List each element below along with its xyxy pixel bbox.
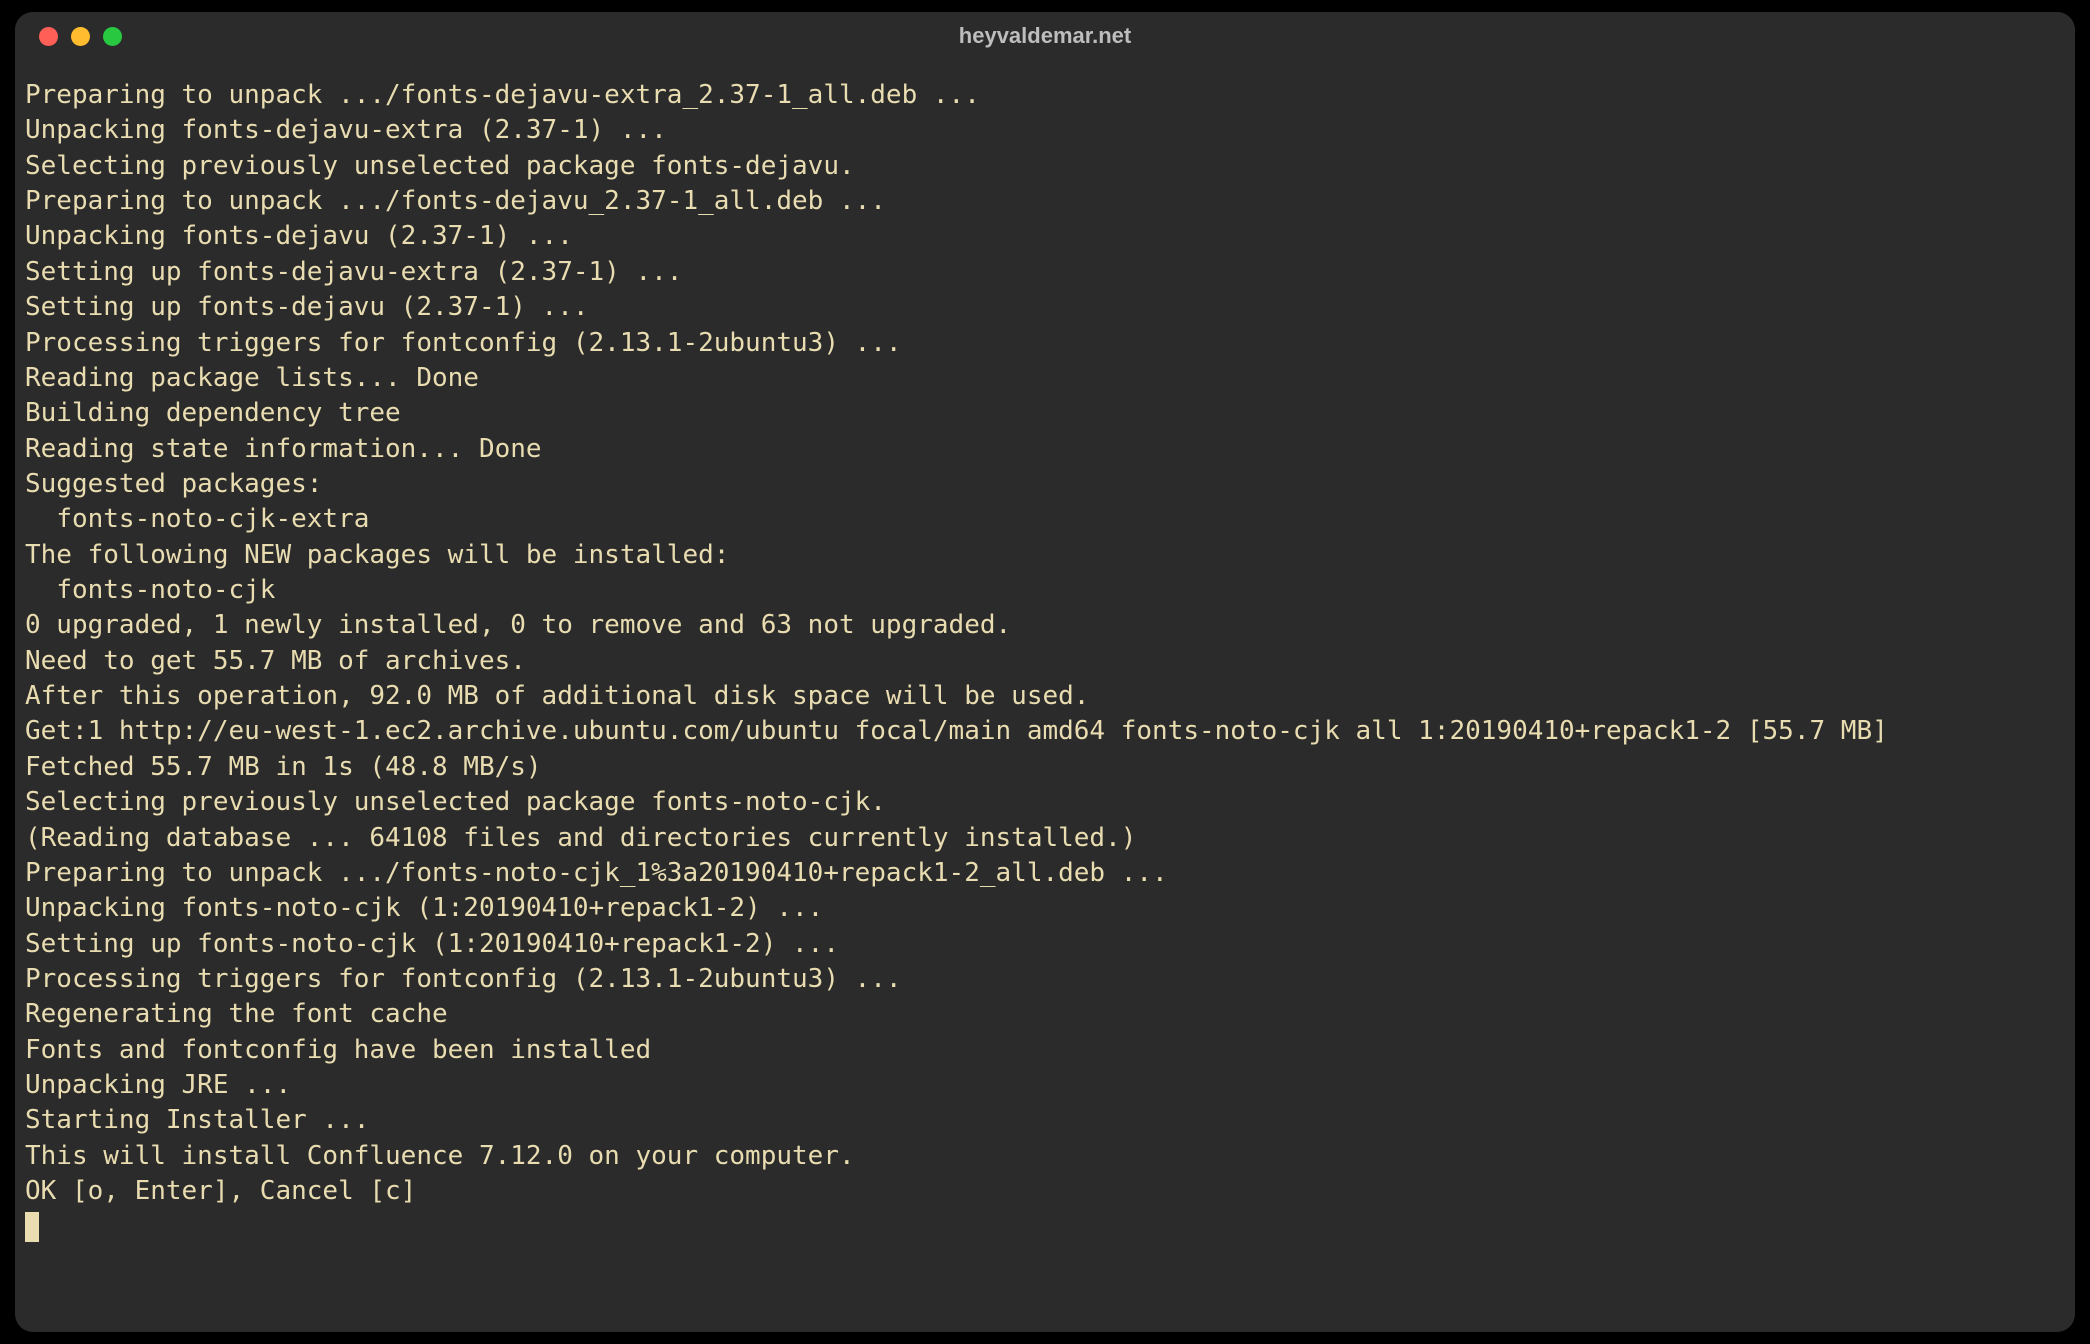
terminal-window: heyvaldemar.net Preparing to unpack .../…: [15, 12, 2075, 1332]
terminal-line: Reading package lists... Done: [25, 361, 2065, 396]
terminal-line: OK [o, Enter], Cancel [c]: [25, 1174, 2065, 1209]
terminal-line: (Reading database ... 64108 files and di…: [25, 821, 2065, 856]
terminal-line: fonts-noto-cjk: [25, 573, 2065, 608]
close-icon[interactable]: [39, 27, 58, 46]
terminal-line: Get:1 http://eu-west-1.ec2.archive.ubunt…: [25, 714, 2065, 749]
window-title: heyvaldemar.net: [15, 23, 2075, 49]
window-controls: [15, 27, 122, 46]
cursor-icon: [25, 1212, 39, 1242]
terminal-line: fonts-noto-cjk-extra: [25, 502, 2065, 537]
terminal-line: Reading state information... Done: [25, 432, 2065, 467]
maximize-icon[interactable]: [103, 27, 122, 46]
terminal-cursor-line: [25, 1210, 2065, 1245]
terminal-line: Unpacking fonts-noto-cjk (1:20190410+rep…: [25, 891, 2065, 926]
terminal-line: Fetched 55.7 MB in 1s (48.8 MB/s): [25, 750, 2065, 785]
terminal-line: Regenerating the font cache: [25, 997, 2065, 1032]
minimize-icon[interactable]: [71, 27, 90, 46]
terminal-line: Setting up fonts-dejavu-extra (2.37-1) .…: [25, 255, 2065, 290]
terminal-line: Preparing to unpack .../fonts-noto-cjk_1…: [25, 856, 2065, 891]
terminal-line: 0 upgraded, 1 newly installed, 0 to remo…: [25, 608, 2065, 643]
terminal-line: The following NEW packages will be insta…: [25, 538, 2065, 573]
titlebar: heyvaldemar.net: [15, 12, 2075, 60]
terminal-line: Processing triggers for fontconfig (2.13…: [25, 326, 2065, 361]
terminal-line: Selecting previously unselected package …: [25, 149, 2065, 184]
terminal-line: Preparing to unpack .../fonts-dejavu-ext…: [25, 78, 2065, 113]
terminal-line: Starting Installer ...: [25, 1103, 2065, 1138]
terminal-output[interactable]: Preparing to unpack .../fonts-dejavu-ext…: [15, 60, 2075, 1332]
terminal-line: Building dependency tree: [25, 396, 2065, 431]
terminal-line: Setting up fonts-noto-cjk (1:20190410+re…: [25, 927, 2065, 962]
terminal-line: Processing triggers for fontconfig (2.13…: [25, 962, 2065, 997]
terminal-line: Selecting previously unselected package …: [25, 785, 2065, 820]
terminal-line: This will install Confluence 7.12.0 on y…: [25, 1139, 2065, 1174]
terminal-line: Unpacking JRE ...: [25, 1068, 2065, 1103]
terminal-line: Suggested packages:: [25, 467, 2065, 502]
terminal-line: After this operation, 92.0 MB of additio…: [25, 679, 2065, 714]
terminal-line: Unpacking fonts-dejavu (2.37-1) ...: [25, 219, 2065, 254]
terminal-line: Fonts and fontconfig have been installed: [25, 1033, 2065, 1068]
terminal-line: Setting up fonts-dejavu (2.37-1) ...: [25, 290, 2065, 325]
terminal-line: Preparing to unpack .../fonts-dejavu_2.3…: [25, 184, 2065, 219]
terminal-line: Unpacking fonts-dejavu-extra (2.37-1) ..…: [25, 113, 2065, 148]
terminal-line: Need to get 55.7 MB of archives.: [25, 644, 2065, 679]
